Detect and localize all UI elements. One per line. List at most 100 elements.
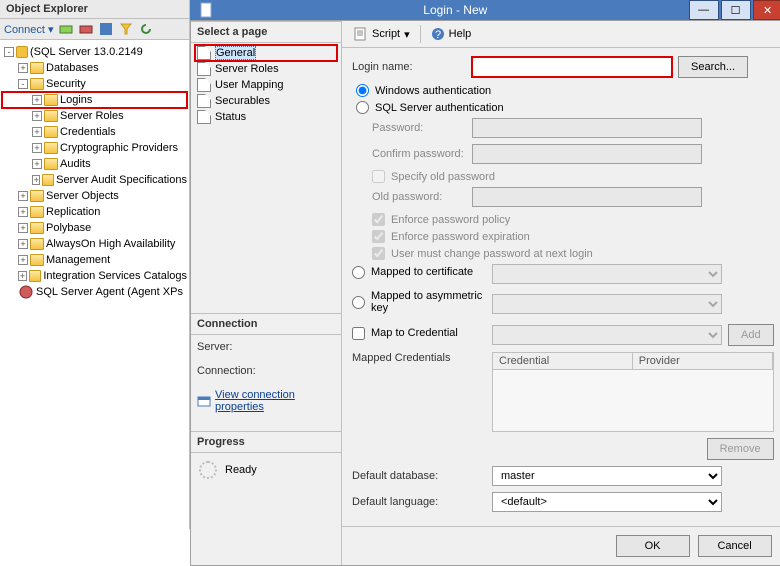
page-user-mapping[interactable]: User Mapping (195, 77, 337, 93)
must-change-checkbox (372, 247, 385, 260)
expander-icon[interactable]: - (18, 79, 28, 89)
page-icon (197, 94, 211, 108)
filter-icon[interactable] (118, 21, 134, 37)
dialog-sysmenu-icon[interactable] (190, 2, 222, 18)
toolbar-separator (420, 25, 421, 43)
tree-isc[interactable]: +Integration Services Catalogs (2, 268, 187, 284)
page-icon (197, 62, 211, 76)
tree-credentials[interactable]: +Credentials (2, 124, 187, 140)
page-list: General Server Roles User Mapping Secura… (191, 43, 341, 313)
cancel-button[interactable]: Cancel (698, 535, 772, 557)
page-server-roles[interactable]: Server Roles (195, 61, 337, 77)
mapped-asym-label: Mapped to asymmetric key (371, 290, 492, 314)
dialog-titlebar[interactable]: Login - New — ☐ ✕ (190, 0, 780, 20)
help-button[interactable]: ?Help (427, 25, 476, 43)
tree-polybase[interactable]: +Polybase (2, 220, 187, 236)
view-connection-properties[interactable]: View connection properties (197, 389, 335, 413)
tree-server-node[interactable]: -(SQL Server 13.0.2149 (2, 44, 187, 60)
expander-icon[interactable]: - (4, 47, 14, 57)
expander-icon[interactable]: + (18, 63, 28, 73)
folder-icon (29, 270, 41, 282)
object-explorer-tree[interactable]: -(SQL Server 13.0.2149 +Databases -Secur… (0, 40, 189, 529)
expander-icon[interactable]: + (32, 127, 42, 137)
tree-databases[interactable]: +Databases (2, 60, 187, 76)
tree-server-audit-spec[interactable]: +Server Audit Specifications (2, 172, 187, 188)
page-status[interactable]: Status (195, 109, 337, 125)
expander-icon[interactable]: + (18, 207, 28, 217)
tree-logins[interactable]: +Logins (2, 92, 187, 108)
connect-icon[interactable] (58, 21, 74, 37)
tree-management[interactable]: +Management (2, 252, 187, 268)
enforce-policy-checkbox (372, 213, 385, 226)
tree-alwayson[interactable]: +AlwaysOn High Availability (2, 236, 187, 252)
stop-icon[interactable] (98, 21, 114, 37)
expander-icon[interactable]: + (18, 271, 27, 281)
mapped-cert-radio[interactable] (352, 266, 365, 279)
col-provider: Provider (633, 353, 773, 369)
expander-icon[interactable]: + (18, 191, 28, 201)
spinner-icon (199, 461, 217, 479)
expander-icon[interactable]: + (18, 223, 28, 233)
tree-security[interactable]: -Security (2, 76, 187, 92)
col-credential: Credential (493, 353, 633, 369)
tree-replication[interactable]: +Replication (2, 204, 187, 220)
search-button[interactable]: Search... (678, 56, 748, 78)
progress-header: Progress (191, 431, 341, 453)
disconnect-icon[interactable] (78, 21, 94, 37)
specify-old-label: Specify old password (391, 171, 495, 183)
login-name-label: Login name: (352, 61, 472, 73)
expander-icon[interactable]: + (32, 111, 42, 121)
dialog-toolbar: Script ▾ ?Help (342, 21, 780, 48)
default-lang-label: Default language: (352, 496, 492, 508)
expander-icon[interactable]: + (32, 95, 42, 105)
expander-icon[interactable]: + (32, 143, 42, 153)
progress-row: Ready (191, 453, 341, 487)
must-change-label: User must change password at next login (391, 248, 593, 260)
password-input (472, 118, 702, 138)
svg-text:?: ? (435, 29, 441, 41)
mapped-credentials-grid[interactable]: Credential Provider (492, 352, 774, 432)
dialog-footer: OK Cancel (342, 526, 780, 565)
tree-crypto-providers[interactable]: +Cryptographic Providers (2, 140, 187, 156)
windows-auth-radio[interactable] (356, 84, 369, 97)
dialog-title: Login - New (222, 3, 689, 17)
minimize-button[interactable]: — (689, 0, 719, 20)
default-db-select[interactable]: master (492, 466, 722, 486)
login-name-input[interactable] (472, 57, 672, 77)
tree-audits[interactable]: +Audits (2, 156, 187, 172)
mapped-credentials-label: Mapped Credentials (352, 352, 492, 364)
folder-icon (30, 206, 44, 218)
old-password-label: Old password: (352, 191, 472, 203)
help-icon: ? (431, 27, 445, 41)
confirm-password-input (472, 144, 702, 164)
mapped-asym-radio[interactable] (352, 296, 365, 309)
expander-icon[interactable]: + (32, 175, 40, 185)
enforce-expiration-checkbox (372, 230, 385, 243)
page-general[interactable]: General (195, 45, 337, 61)
ok-button[interactable]: OK (616, 535, 690, 557)
folder-icon (30, 62, 44, 74)
connect-dropdown[interactable]: Connect ▾ (4, 23, 54, 36)
windows-auth-label: Windows authentication (375, 85, 491, 97)
refresh-icon[interactable] (138, 21, 154, 37)
page-securables[interactable]: Securables (195, 93, 337, 109)
default-lang-select[interactable]: <default> (492, 492, 722, 512)
expander-icon[interactable]: + (32, 159, 42, 169)
remove-button: Remove (707, 438, 774, 460)
tree-server-roles[interactable]: +Server Roles (2, 108, 187, 124)
expander-icon[interactable]: + (18, 255, 28, 265)
agent-icon (18, 284, 34, 300)
tree-server-objects[interactable]: +Server Objects (2, 188, 187, 204)
expander-icon[interactable]: + (18, 239, 28, 249)
close-button[interactable]: ✕ (753, 0, 780, 20)
tree-agent[interactable]: SQL Server Agent (Agent XPs (2, 284, 187, 300)
folder-icon (30, 222, 44, 234)
server-icon (16, 46, 28, 58)
maximize-button[interactable]: ☐ (721, 0, 751, 20)
script-dropdown[interactable]: Script ▾ (350, 25, 414, 43)
dialog-left-pane: Select a page General Server Roles User … (191, 21, 341, 565)
folder-icon (44, 142, 58, 154)
sql-auth-radio[interactable] (356, 101, 369, 114)
map-credential-checkbox[interactable] (352, 327, 365, 340)
folder-icon (44, 110, 58, 122)
